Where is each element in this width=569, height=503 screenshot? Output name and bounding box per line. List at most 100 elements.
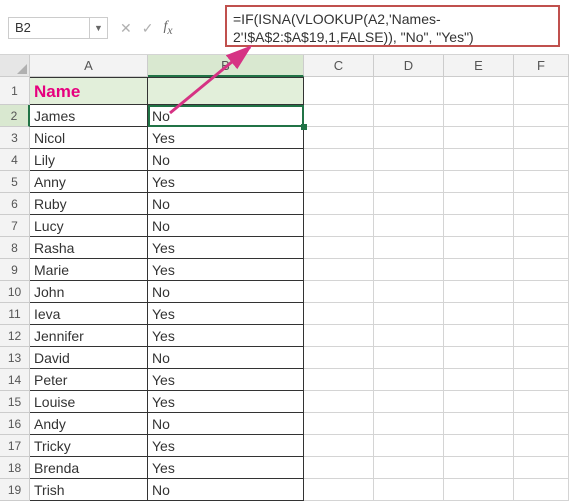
cell[interactable] [374,435,444,457]
cell[interactable] [374,391,444,413]
cell[interactable] [444,435,514,457]
row-header-11[interactable]: 11 [0,303,30,325]
fx-icon[interactable]: fx [163,19,172,37]
cell[interactable] [444,127,514,149]
cell[interactable] [444,215,514,237]
cell[interactable] [514,435,569,457]
cell[interactable] [444,369,514,391]
cell-active[interactable]: No [148,105,304,127]
header-b-cell[interactable] [148,77,304,105]
cell[interactable]: No [148,347,304,369]
col-header-b[interactable]: B [148,55,304,77]
cell[interactable]: Yes [148,171,304,193]
cell[interactable] [304,215,374,237]
cell[interactable] [374,325,444,347]
col-header-a[interactable]: A [30,55,148,77]
row-header-6[interactable]: 6 [0,193,30,215]
cell[interactable]: Yes [148,237,304,259]
formula-input[interactable]: =IF(ISNA(VLOOKUP(A2,'Names-2'!$A$2:$A$19… [225,5,560,47]
col-header-d[interactable]: D [374,55,444,77]
cell[interactable] [304,457,374,479]
cell[interactable] [514,259,569,281]
cell[interactable] [374,303,444,325]
cell[interactable] [304,369,374,391]
cell[interactable] [374,215,444,237]
row-header-14[interactable]: 14 [0,369,30,391]
cell[interactable]: Nicol [30,127,148,149]
cell[interactable] [304,105,374,127]
cell[interactable] [374,347,444,369]
header-name-cell[interactable]: Name [30,77,148,105]
cell[interactable] [304,413,374,435]
cell[interactable] [444,259,514,281]
col-header-c[interactable]: C [304,55,374,77]
cell[interactable]: David [30,347,148,369]
cell[interactable] [514,479,569,501]
select-all-corner[interactable] [0,55,30,77]
name-box-dropdown[interactable]: ▼ [89,18,107,38]
cell[interactable] [514,237,569,259]
cell[interactable]: Peter [30,369,148,391]
cell[interactable]: No [148,215,304,237]
cell[interactable]: No [148,281,304,303]
cell[interactable] [514,149,569,171]
cell[interactable]: Ieva [30,303,148,325]
row-header-4[interactable]: 4 [0,149,30,171]
cell[interactable] [374,413,444,435]
cell[interactable] [374,77,444,105]
cell[interactable] [444,105,514,127]
cell[interactable]: Louise [30,391,148,413]
cell[interactable]: Brenda [30,457,148,479]
cell[interactable] [514,193,569,215]
cell[interactable] [514,347,569,369]
cell[interactable] [374,149,444,171]
cell[interactable] [304,391,374,413]
cell[interactable] [304,479,374,501]
cell[interactable]: Yes [148,369,304,391]
row-header-13[interactable]: 13 [0,347,30,369]
cell[interactable] [444,457,514,479]
cell[interactable] [514,171,569,193]
cell[interactable] [304,303,374,325]
cell[interactable]: Yes [148,391,304,413]
col-header-e[interactable]: E [444,55,514,77]
row-header-9[interactable]: 9 [0,259,30,281]
cell[interactable] [514,303,569,325]
cell[interactable] [374,105,444,127]
cell[interactable] [304,193,374,215]
row-header-8[interactable]: 8 [0,237,30,259]
cell[interactable]: Marie [30,259,148,281]
cell[interactable]: Tricky [30,435,148,457]
cell[interactable] [444,193,514,215]
cell[interactable] [304,281,374,303]
cell[interactable]: Yes [148,127,304,149]
row-header-18[interactable]: 18 [0,457,30,479]
cell[interactable] [374,193,444,215]
cell[interactable] [304,237,374,259]
cell[interactable]: Rasha [30,237,148,259]
cell[interactable] [304,259,374,281]
enter-icon[interactable]: ✓ [142,20,154,37]
cell[interactable]: Anny [30,171,148,193]
cell[interactable] [304,149,374,171]
cell[interactable] [444,303,514,325]
cell[interactable] [444,479,514,501]
cell[interactable] [514,457,569,479]
cell[interactable] [444,281,514,303]
cell[interactable]: John [30,281,148,303]
cell[interactable] [374,127,444,149]
cell[interactable] [304,127,374,149]
cell[interactable] [374,237,444,259]
cell[interactable]: James [30,105,148,127]
cell[interactable]: Andy [30,413,148,435]
cell[interactable] [514,105,569,127]
row-header-10[interactable]: 10 [0,281,30,303]
cell[interactable]: Ruby [30,193,148,215]
cell[interactable]: Yes [148,325,304,347]
cell[interactable] [444,237,514,259]
cell[interactable]: Yes [148,457,304,479]
row-header-5[interactable]: 5 [0,171,30,193]
row-header-2[interactable]: 2 [0,105,30,127]
cell[interactable]: No [148,413,304,435]
row-header-16[interactable]: 16 [0,413,30,435]
